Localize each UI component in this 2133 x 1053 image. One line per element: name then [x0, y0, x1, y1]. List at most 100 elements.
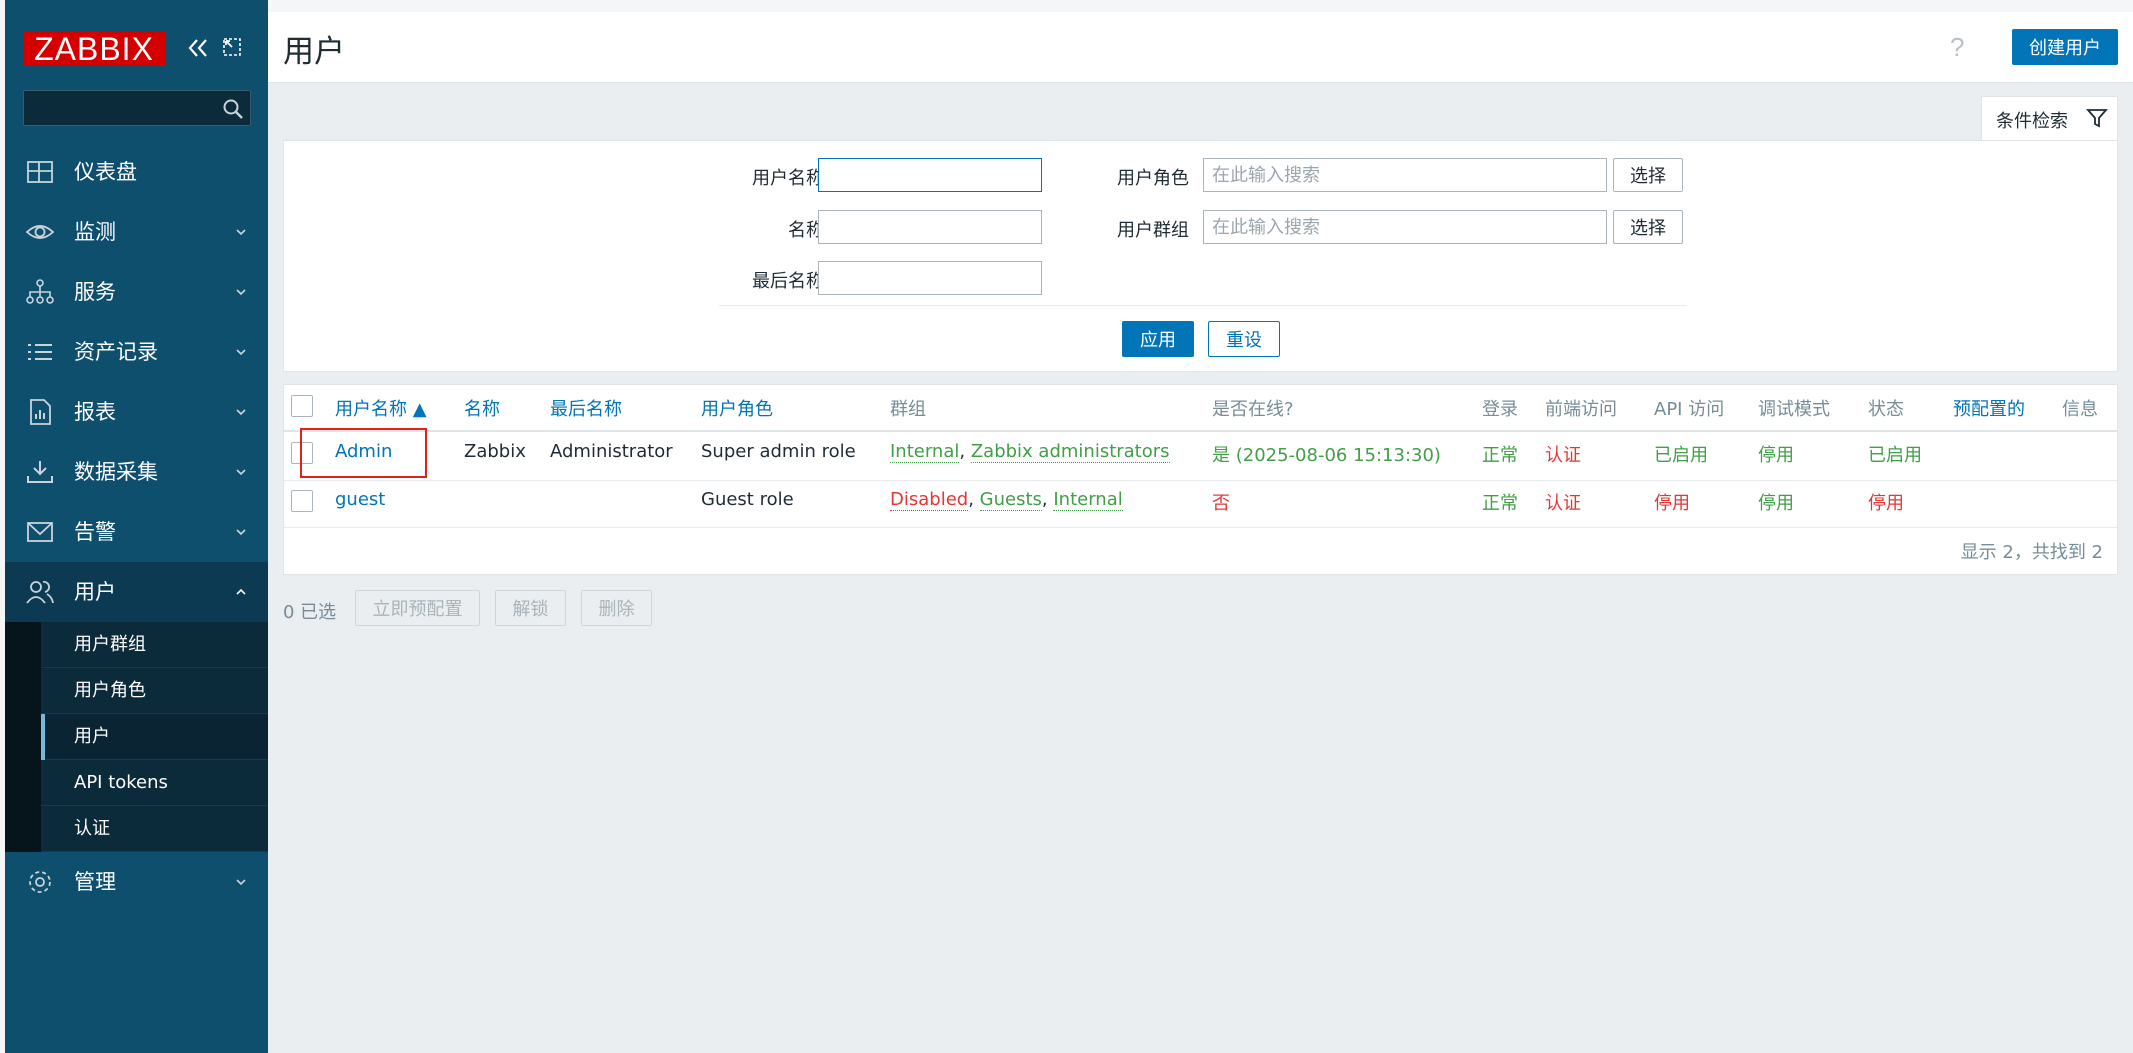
filter-tab[interactable]: 条件检索	[1981, 96, 2118, 141]
column-header-debug-mode: 调试模式	[1758, 399, 1830, 420]
submenu-indent	[5, 806, 41, 852]
username-link[interactable]: guest	[335, 489, 385, 510]
unlock-button[interactable]: 解锁	[495, 590, 566, 626]
chevron-down-icon	[236, 229, 246, 236]
user-group-select-button[interactable]: 选择	[1613, 210, 1683, 244]
submenu-users[interactable]: 用户	[5, 714, 268, 760]
delete-button[interactable]: 删除	[581, 590, 652, 626]
status-cell: 停用	[1868, 493, 1904, 514]
reset-button[interactable]: 重设	[1208, 321, 1280, 357]
group-link[interactable]: Zabbix administrators	[970, 441, 1170, 463]
menu-services[interactable]: 服务	[5, 262, 268, 322]
filter-panel: 用户名称 名称 最后名称 用户角色 选择 用户群组 选择 应用 重设	[283, 140, 2118, 372]
sidebar-search	[23, 90, 251, 126]
submenu-user-groups[interactable]: 用户群组	[5, 622, 268, 668]
gear-icon	[29, 871, 51, 893]
frontend-access-status: 认证	[1545, 445, 1581, 466]
menu-users[interactable]: 用户	[5, 562, 268, 622]
submenu-indent	[5, 668, 41, 714]
column-header-provisioned[interactable]: 预配置的	[1953, 395, 2025, 421]
online-cell: 否	[1212, 493, 1230, 514]
user-role-select-button[interactable]: 选择	[1613, 158, 1683, 192]
menu-alerts[interactable]: 告警	[5, 502, 268, 562]
download-icon	[27, 461, 53, 483]
role-cell: Guest role	[701, 489, 794, 510]
surname-label: 最后名称	[752, 271, 824, 292]
menu-data-collection[interactable]: 数据采集	[5, 442, 268, 502]
surname-cell: Administrator	[550, 441, 673, 462]
zabbix-logo[interactable]: ZABBIX	[23, 32, 165, 66]
debug-mode-status: 停用	[1758, 445, 1794, 466]
chevron-down-icon	[236, 409, 246, 416]
chevron-down-icon	[236, 879, 246, 886]
user-role-input[interactable]	[1203, 158, 1607, 192]
select-all-checkbox[interactable]	[291, 395, 313, 417]
list-icon	[28, 344, 52, 360]
username-input[interactable]	[818, 158, 1042, 192]
highlight-box	[300, 428, 427, 478]
menu-label: 监测	[74, 220, 116, 244]
submenu-indent	[5, 714, 41, 760]
role-cell: Super admin role	[701, 441, 856, 462]
column-header-online: 是否在线?	[1212, 399, 1294, 420]
menu-label: 告警	[74, 520, 116, 544]
group-link[interactable]: Internal	[1053, 489, 1123, 511]
help-icon[interactable]: ?	[1950, 32, 1964, 63]
submenu-api-tokens[interactable]: API tokens	[5, 760, 268, 806]
user-group-label: 用户群组	[1117, 220, 1189, 241]
api-access-status: 已启用	[1654, 445, 1708, 466]
filter-tab-label: 条件检索	[1996, 111, 2068, 132]
menu-administration[interactable]: 管理	[5, 852, 268, 912]
report-icon	[30, 399, 51, 425]
group-link[interactable]: Disabled	[890, 489, 969, 511]
user-group-input[interactable]	[1203, 210, 1607, 244]
submenu-label: 认证	[74, 818, 110, 839]
name-label: 名称	[788, 220, 824, 241]
groups-cell: Internal, Zabbix administrators	[890, 441, 1170, 463]
menu-label: 资产记录	[74, 340, 158, 364]
user-role-label: 用户角色	[1117, 168, 1189, 189]
column-header-name[interactable]: 名称	[464, 395, 500, 421]
column-header-surname[interactable]: 最后名称	[550, 395, 622, 421]
create-user-button[interactable]: 创建用户	[2012, 29, 2118, 65]
menu-label: 管理	[74, 870, 116, 894]
collapse-sidebar-icon[interactable]	[185, 34, 211, 62]
menu-monitoring[interactable]: 监测	[5, 202, 268, 262]
users-icon	[26, 581, 54, 604]
group-link[interactable]: Internal	[890, 441, 960, 463]
submenu-indent	[5, 622, 41, 668]
kiosk-mode-icon[interactable]	[221, 36, 243, 58]
sidebar-search-input[interactable]	[24, 91, 214, 125]
column-header-username[interactable]: 用户名称 ▲	[335, 395, 427, 421]
dashboard-icon	[27, 161, 53, 183]
submenu-user-roles[interactable]: 用户角色	[5, 668, 268, 714]
debug-mode-status: 停用	[1758, 493, 1794, 514]
name-input[interactable]	[818, 210, 1042, 244]
apply-button[interactable]: 应用	[1122, 321, 1194, 357]
envelope-icon	[27, 522, 53, 542]
search-icon[interactable]	[222, 98, 244, 120]
login-status: 正常	[1482, 445, 1518, 466]
row-divider	[284, 527, 2117, 528]
column-header-info: 信息	[2062, 399, 2098, 420]
surname-input[interactable]	[818, 261, 1042, 295]
name-cell: Zabbix	[464, 441, 526, 462]
submenu-indent	[5, 760, 41, 806]
menu-dashboard[interactable]: 仪表盘	[5, 142, 268, 202]
column-header-user-role[interactable]: 用户角色	[701, 395, 773, 421]
column-header-groups: 群组	[890, 399, 926, 420]
header-divider	[284, 430, 2117, 432]
eye-icon	[25, 225, 55, 239]
submenu-label: 用户	[74, 726, 110, 747]
provision-now-button[interactable]: 立即预配置	[355, 590, 480, 626]
menu-reports[interactable]: 报表	[5, 382, 268, 442]
frontend-access-status: 认证	[1545, 493, 1581, 514]
submenu-authentication[interactable]: 认证	[5, 806, 268, 852]
submenu-label: 用户角色	[74, 680, 146, 701]
menu-inventory[interactable]: 资产记录	[5, 322, 268, 382]
chevron-down-icon	[236, 289, 246, 296]
group-link[interactable]: Guests	[979, 489, 1042, 511]
row-checkbox[interactable]	[291, 490, 313, 512]
column-header-frontend-access: 前端访问	[1545, 399, 1617, 420]
hierarchy-icon	[26, 279, 54, 304]
